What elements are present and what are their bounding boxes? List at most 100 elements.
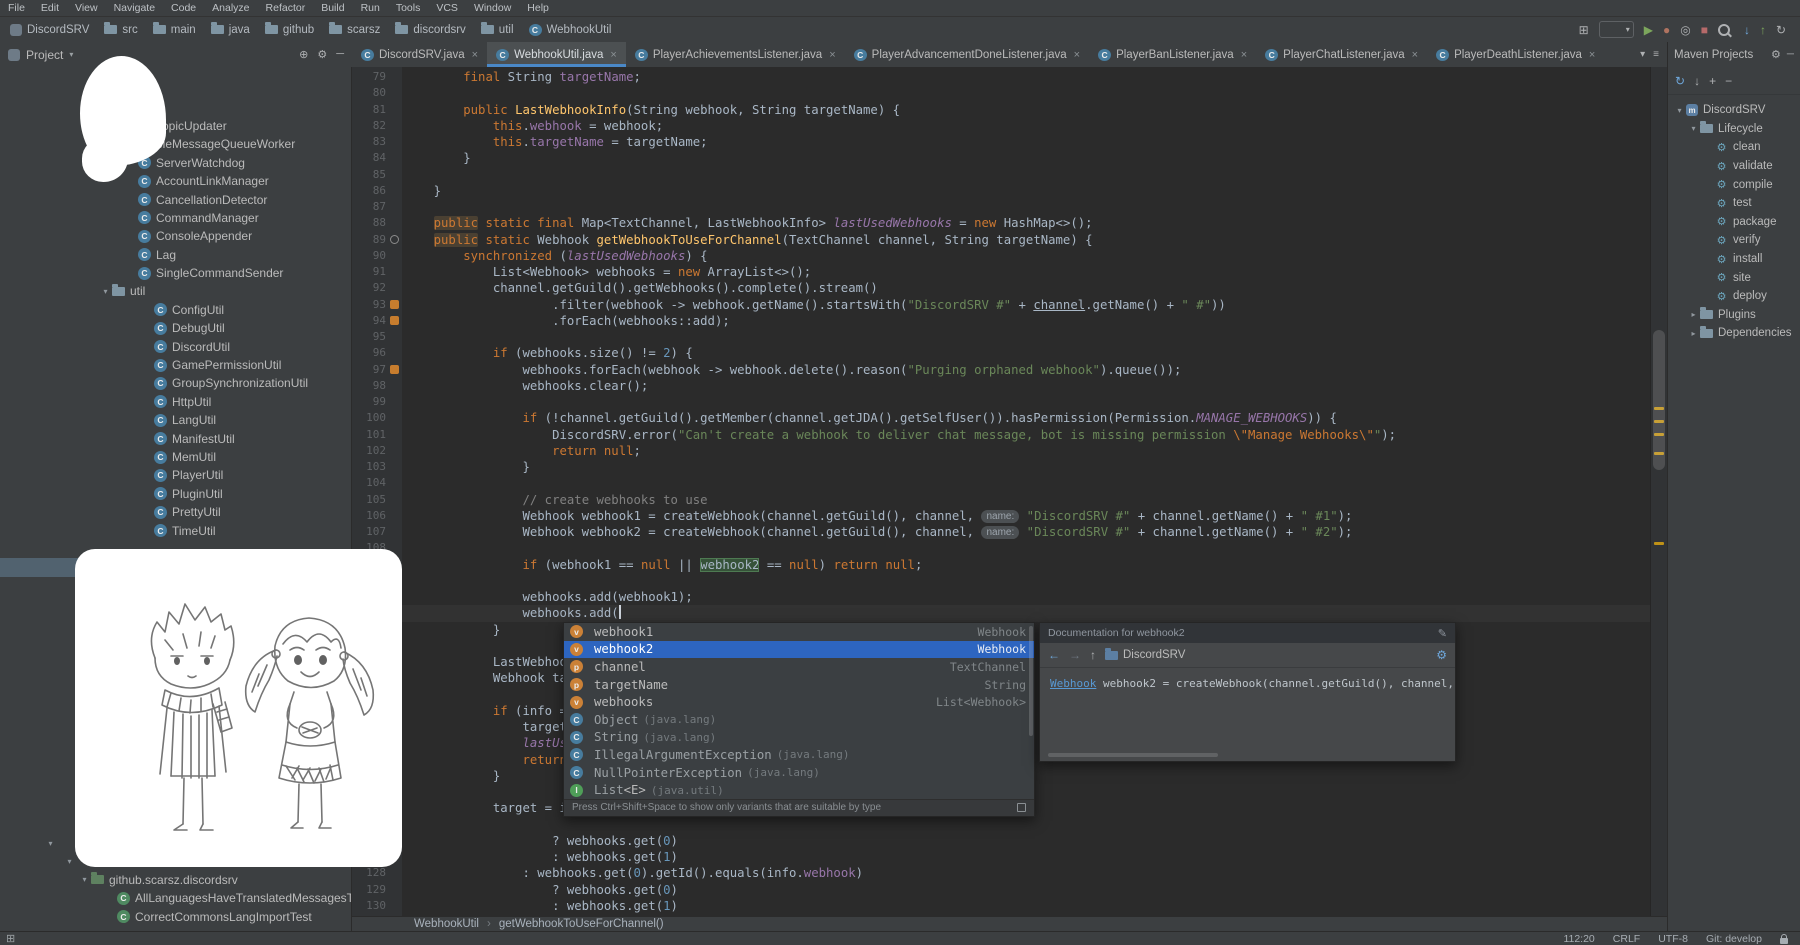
menu-item-run[interactable]: Run: [353, 2, 388, 14]
gutter-line-96[interactable]: 96: [352, 345, 402, 361]
code-line-96[interactable]: 96 if (webhooks.size() != 2) {: [352, 345, 1650, 361]
menu-item-view[interactable]: View: [67, 2, 106, 14]
gutter-line-128[interactable]: 128: [352, 865, 402, 881]
tree-item-gamepermissionutil[interactable]: CGamePermissionUtil: [0, 356, 351, 374]
breadcrumb-discordsrv[interactable]: discordsrv: [395, 24, 465, 36]
maven-item-dependencies[interactable]: ▸Dependencies: [1668, 324, 1800, 343]
maven-item-site[interactable]: ⚙site: [1668, 268, 1800, 287]
tree-item-singlecommandsender[interactable]: CSingleCommandSender: [0, 264, 351, 282]
tree-item-memutil[interactable]: CMemUtil: [0, 448, 351, 466]
gutter-line-99[interactable]: 99: [352, 394, 402, 410]
code-line-99[interactable]: 99: [352, 394, 1650, 410]
breadcrumb-util[interactable]: util: [481, 24, 514, 36]
gutter-line-82[interactable]: 82: [352, 118, 402, 134]
status-line-ending[interactable]: CRLF: [1613, 933, 1640, 945]
lock-icon[interactable]: [1780, 938, 1788, 944]
gutter-line-86[interactable]: 86: [352, 183, 402, 199]
tab-playerdeathlistener-java[interactable]: CPlayerDeathListener.java×: [1427, 42, 1604, 67]
tree-item-httputil[interactable]: CHttpUtil: [0, 393, 351, 411]
close-icon[interactable]: ×: [1589, 49, 1595, 61]
code-line-108[interactable]: 108: [352, 540, 1650, 556]
run-config-dropdown[interactable]: ▾: [1599, 21, 1634, 38]
completion-item-list[interactable]: IList<E>(java.util): [564, 781, 1034, 799]
code-line-80[interactable]: 80: [352, 85, 1650, 101]
gutter-line-79[interactable]: 79: [352, 69, 402, 85]
code-line-126[interactable]: 126 ? webhooks.get(0): [352, 833, 1650, 849]
maven-reimport-icon[interactable]: ↻: [1675, 74, 1685, 88]
completion-item-webhook2[interactable]: vwebhook2Webhook: [564, 641, 1034, 659]
tree-item-correctcommonslangimporttest[interactable]: CCorrectCommonsLangImportTest: [0, 908, 351, 926]
menu-item-build[interactable]: Build: [313, 2, 352, 14]
maven-item-compile[interactable]: ⚙compile: [1668, 175, 1800, 194]
tree-item-debugutil[interactable]: CDebugUtil: [0, 319, 351, 337]
completion-item-illegalargumentexception[interactable]: CIllegalArgumentException(java.lang): [564, 746, 1034, 764]
tab-webhookutil-java[interactable]: CWebhookUtil.java×: [487, 42, 626, 67]
gutter-line-105[interactable]: 105: [352, 492, 402, 508]
breadcrumb-webhookutil[interactable]: CWebhookUtil: [529, 24, 612, 36]
tab-playerchatlistener-java[interactable]: CPlayerChatListener.java×: [1256, 42, 1427, 67]
maven-item-deploy[interactable]: ⚙deploy: [1668, 287, 1800, 306]
window-layout-icon[interactable]: ⊞: [1579, 23, 1589, 37]
maven-settings-icon[interactable]: ⚙: [1771, 48, 1781, 61]
completion-item-channel[interactable]: pchannelTextChannel: [564, 658, 1034, 676]
code-line-112[interactable]: 112 webhooks.add(: [352, 605, 1650, 621]
doc-link[interactable]: Webhook: [1050, 677, 1096, 690]
menu-item-code[interactable]: Code: [163, 2, 204, 14]
gutter-line-104[interactable]: 104: [352, 475, 402, 491]
vcs-commit-icon[interactable]: ↑: [1760, 23, 1766, 37]
maven-item-verify[interactable]: ⚙verify: [1668, 231, 1800, 250]
gutter-line-106[interactable]: 106: [352, 508, 402, 524]
maven-item-validate[interactable]: ⚙validate: [1668, 157, 1800, 176]
close-icon[interactable]: ×: [1074, 49, 1080, 61]
code-line-88[interactable]: 88 public static final Map<TextChannel, …: [352, 215, 1650, 231]
settings-icon[interactable]: ⚙: [317, 48, 327, 61]
gutter-line-90[interactable]: 90: [352, 248, 402, 264]
code-line-89[interactable]: 89 public static Webhook getWebhookToUse…: [352, 232, 1650, 248]
breadcrumb-java[interactable]: java: [211, 24, 250, 36]
tree-item-manifestutil[interactable]: CManifestUtil: [0, 429, 351, 447]
tree-item-configutil[interactable]: CConfigUtil: [0, 301, 351, 319]
tab-discordsrv-java[interactable]: CDiscordSRV.java×: [352, 42, 487, 67]
breadcrumb-discordsrv[interactable]: DiscordSRV: [10, 24, 89, 36]
menu-item-window[interactable]: Window: [466, 2, 519, 14]
chevron-down-icon[interactable]: ▾: [63, 857, 76, 866]
code-line-82[interactable]: 82 this.webhook = webhook;: [352, 118, 1650, 134]
code-line-92[interactable]: 92 channel.getGuild().getWebhooks().comp…: [352, 280, 1650, 296]
menu-item-file[interactable]: File: [0, 2, 33, 14]
locate-icon[interactable]: ⊕: [299, 48, 308, 61]
code-line-98[interactable]: 98 webhooks.clear();: [352, 378, 1650, 394]
completion-item-targetname[interactable]: ptargetNameString: [564, 676, 1034, 694]
tree-item-timeutil[interactable]: CTimeUtil: [0, 521, 351, 539]
breadcrumb-method[interactable]: getWebhookToUseForChannel(): [499, 918, 664, 930]
gutter-line-87[interactable]: 87: [352, 199, 402, 215]
code-line-127[interactable]: 127 : webhooks.get(1): [352, 849, 1650, 865]
code-line-87[interactable]: 87: [352, 199, 1650, 215]
code-line-84[interactable]: 84 }: [352, 150, 1650, 166]
code-line-97[interactable]: 97 webhooks.forEach(webhook -> webhook.d…: [352, 362, 1650, 378]
gutter-warning-icon[interactable]: [390, 365, 399, 374]
chevron-down-icon[interactable]: ▾: [1687, 124, 1700, 133]
close-icon[interactable]: ×: [472, 49, 478, 61]
tab-list-icon[interactable]: ▾: [1640, 49, 1645, 60]
code-line-107[interactable]: 107 Webhook webhook2 = createWebhook(cha…: [352, 524, 1650, 540]
menu-item-vcs[interactable]: VCS: [428, 2, 466, 14]
gutter-line-95[interactable]: 95: [352, 329, 402, 345]
method-marker-icon[interactable]: [390, 235, 399, 244]
maven-expand-icon[interactable]: +: [1709, 74, 1716, 88]
popup-scrollbar[interactable]: [1029, 626, 1033, 736]
gutter-line-130[interactable]: 130: [352, 898, 402, 914]
close-icon[interactable]: ×: [610, 49, 616, 61]
code-line-85[interactable]: 85: [352, 167, 1650, 183]
close-icon[interactable]: ×: [1241, 49, 1247, 61]
menu-item-refactor[interactable]: Refactor: [258, 2, 314, 14]
tree-item-lag[interactable]: CLag: [0, 246, 351, 264]
breadcrumb-file[interactable]: WebhookUtil: [414, 918, 479, 930]
code-line-100[interactable]: 100 if (!channel.getGuild().getMember(ch…: [352, 410, 1650, 426]
maven-item-clean[interactable]: ⚙clean: [1668, 138, 1800, 157]
gutter-line-102[interactable]: 102: [352, 443, 402, 459]
gutter-line-100[interactable]: 100: [352, 410, 402, 426]
warning-mark[interactable]: [1654, 542, 1664, 545]
tree-item-pluginutil[interactable]: CPluginUtil: [0, 485, 351, 503]
code-line-125[interactable]: 125: [352, 817, 1650, 833]
gutter-line-97[interactable]: 97: [352, 362, 402, 378]
